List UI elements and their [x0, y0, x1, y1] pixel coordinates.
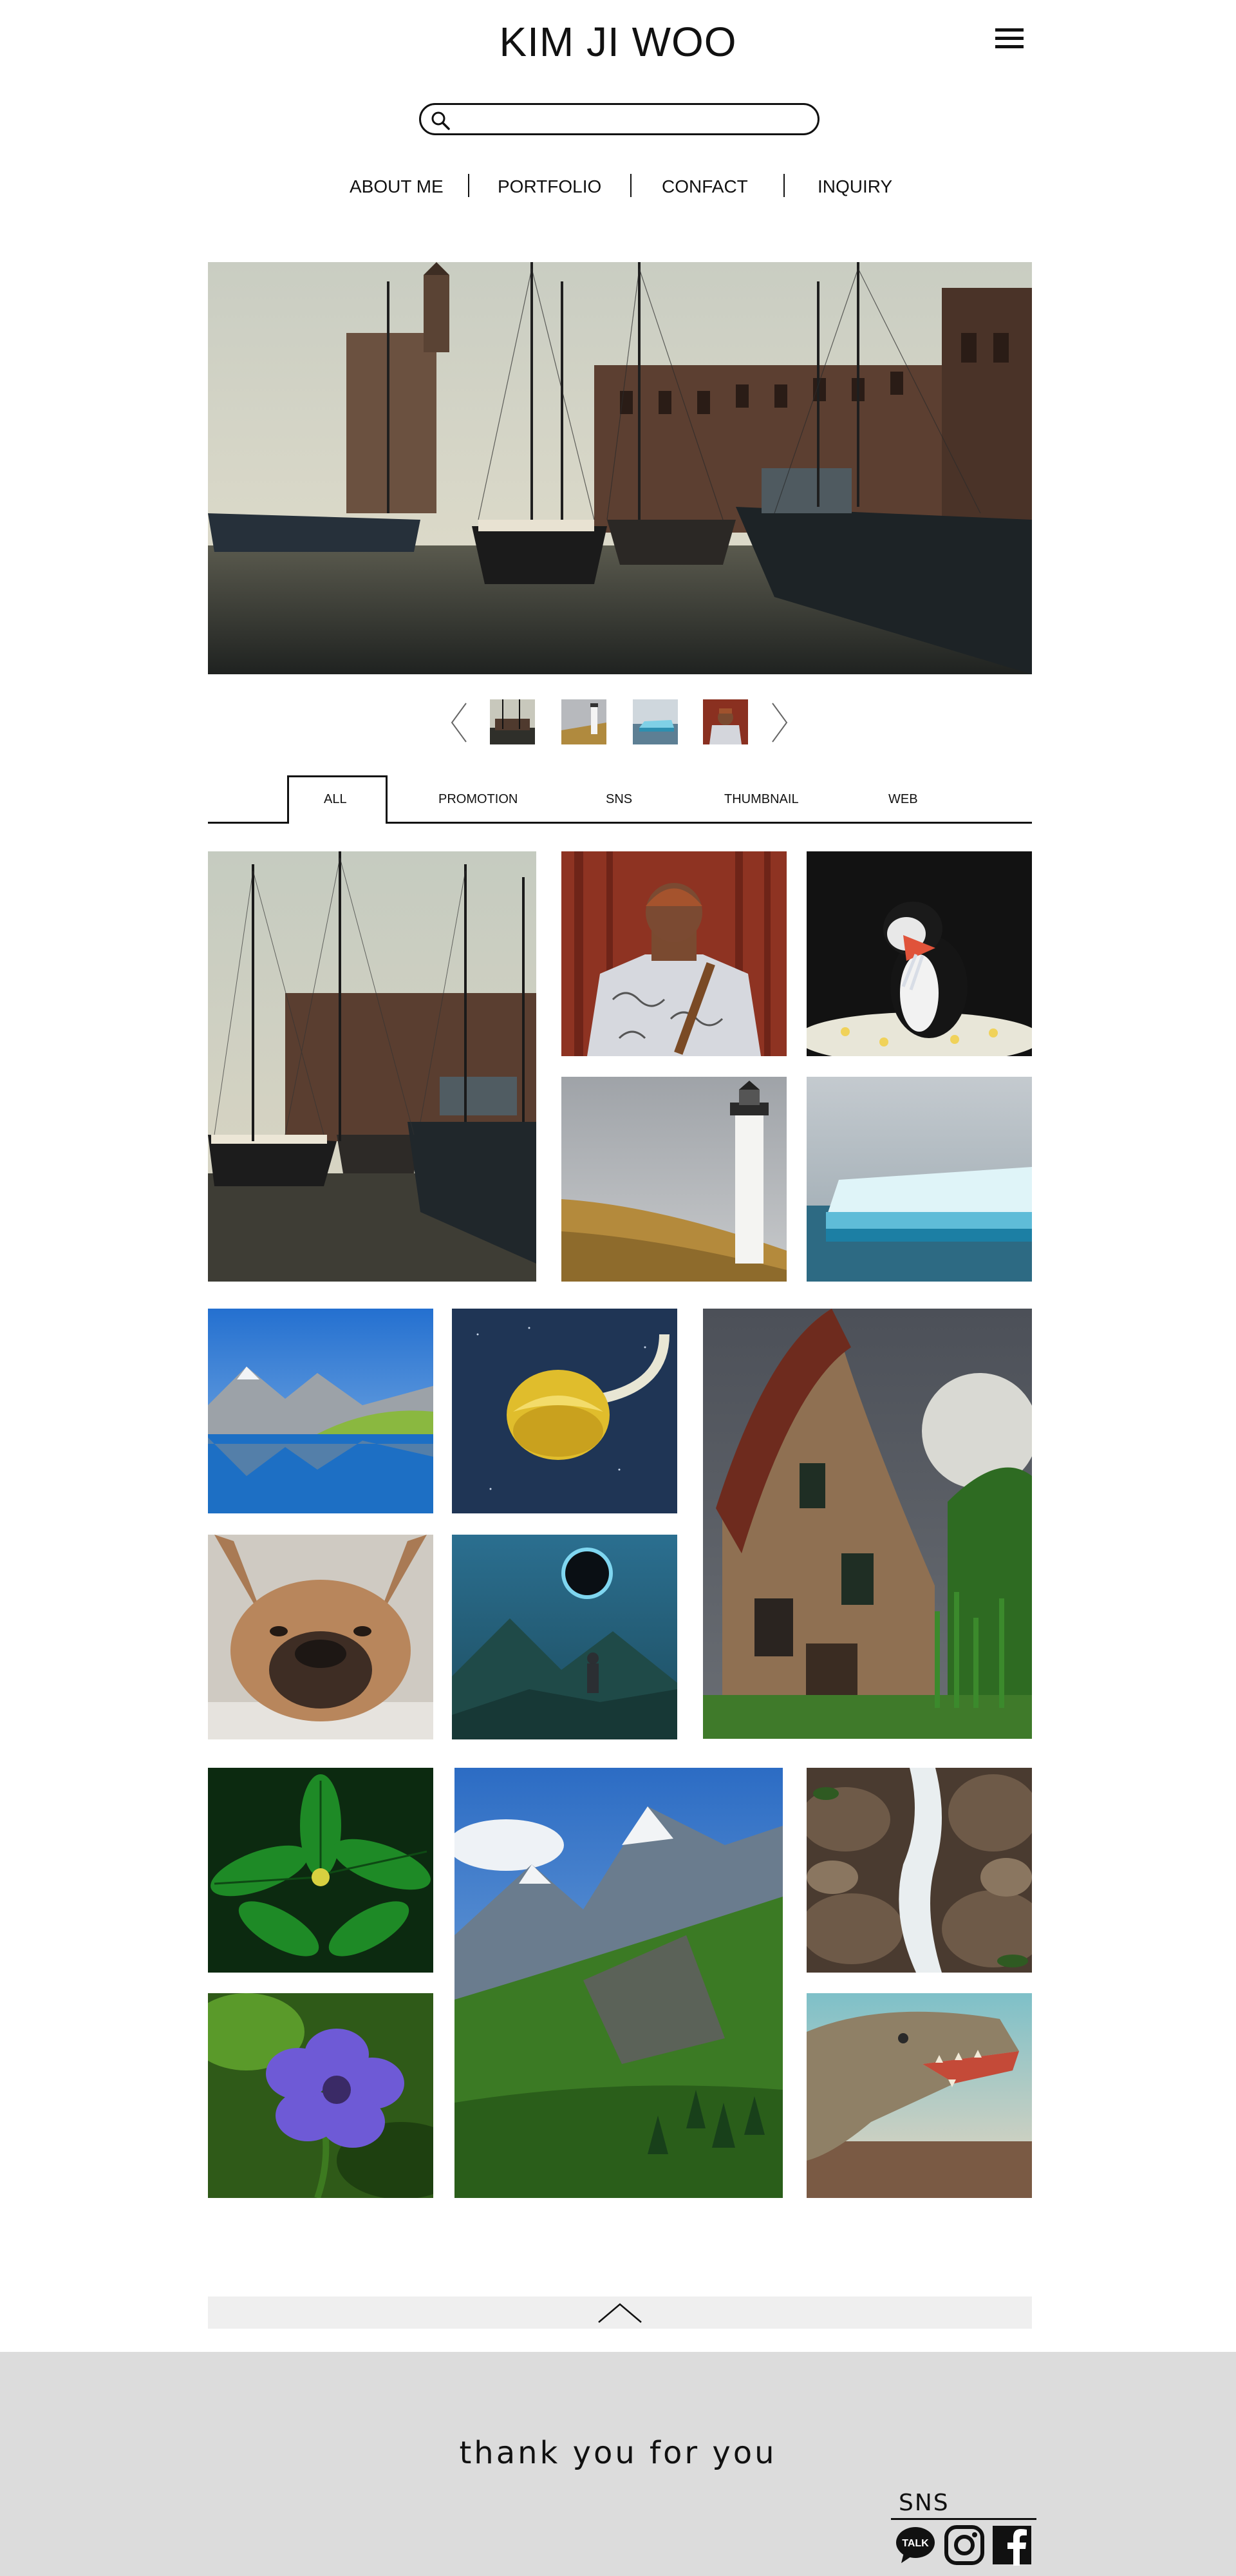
- site-title: KIM JI WOO: [499, 19, 737, 65]
- chevron-right-icon[interactable]: [770, 702, 789, 743]
- tab-thumbnail[interactable]: THUMBNAIL: [724, 792, 799, 807]
- nav-divider: [783, 174, 785, 197]
- sns-divider: [891, 2518, 1036, 2520]
- gallery-image-harbor[interactable]: [208, 851, 536, 1282]
- gallery-image-iceberg[interactable]: [807, 1077, 1032, 1282]
- nav-divider: [630, 174, 632, 197]
- tab-sns[interactable]: SNS: [606, 792, 632, 807]
- gallery-image-dinosaur[interactable]: [807, 1993, 1032, 2198]
- chevron-up-icon: [598, 2303, 642, 2323]
- search-input[interactable]: [460, 109, 810, 132]
- thumbnail-harbor[interactable]: [490, 699, 535, 744]
- tab-web[interactable]: WEB: [888, 792, 918, 807]
- search-icon[interactable]: [430, 110, 451, 131]
- nav-inquiry[interactable]: INQUIRY: [818, 176, 892, 197]
- nav-confact[interactable]: CONFACT: [662, 176, 748, 197]
- instagram-icon[interactable]: [944, 2524, 985, 2566]
- gallery-image-purple-flower[interactable]: [208, 1993, 433, 2198]
- gallery-image-puffin[interactable]: [807, 851, 1032, 1056]
- gallery-image-man-shirt[interactable]: [561, 851, 787, 1056]
- kakaotalk-badge-text: TALK: [902, 2538, 929, 2549]
- facebook-icon[interactable]: [991, 2524, 1033, 2566]
- gallery-image-alpine-lake[interactable]: [208, 1309, 433, 1513]
- nav-about-me[interactable]: ABOUT ME: [350, 176, 444, 197]
- thumbnail-man[interactable]: [703, 699, 748, 744]
- gallery-image-witch-house[interactable]: [703, 1309, 1032, 1739]
- thumbnail-lighthouse[interactable]: [561, 699, 606, 744]
- nav-divider: [468, 174, 469, 197]
- nav-portfolio[interactable]: PORTFOLIO: [498, 176, 601, 197]
- back-to-top-button[interactable]: [208, 2297, 1032, 2329]
- gallery-image-bulldog[interactable]: [208, 1535, 433, 1739]
- search-bar[interactable]: [419, 103, 819, 135]
- gallery-image-lighthouse[interactable]: [561, 1077, 787, 1282]
- footer-message: thank you for you: [459, 2435, 777, 2471]
- chevron-left-icon[interactable]: [449, 702, 469, 743]
- gallery-image-mountain-valley[interactable]: [454, 1768, 783, 2198]
- hero-image-harbor: [208, 262, 1032, 674]
- gallery-image-green-leaves[interactable]: [208, 1768, 433, 1973]
- main-nav: ABOUT ME PORTFOLIO CONFACT INQUIRY: [0, 169, 1236, 205]
- sns-label: SNS: [899, 2490, 950, 2516]
- tab-promotion[interactable]: PROMOTION: [438, 792, 518, 807]
- gallery-image-eclipse-hiker[interactable]: [452, 1535, 677, 1739]
- hamburger-menu-icon[interactable]: [995, 26, 1024, 52]
- kakaotalk-icon[interactable]: TALK: [895, 2524, 936, 2566]
- tab-all[interactable]: ALL: [324, 792, 347, 807]
- gallery-image-lemon-moon[interactable]: [452, 1309, 677, 1513]
- thumbnail-iceberg[interactable]: [633, 699, 678, 744]
- gallery-image-waterfall[interactable]: [807, 1768, 1032, 1973]
